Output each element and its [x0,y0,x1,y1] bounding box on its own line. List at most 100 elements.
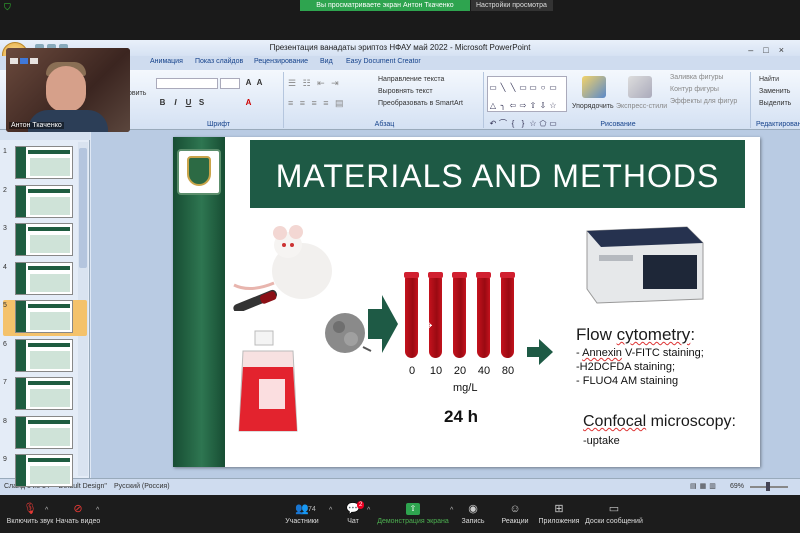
slide-number: 3 [3,225,7,232]
camera-off-icon: ⊘ [73,503,83,515]
concentration-label: 20 [453,365,467,377]
blood-tube [500,272,515,358]
zoom-slider-knob[interactable] [766,482,770,491]
view-options-button[interactable]: Настройки просмотра [471,0,553,11]
participant-name: Антон Ткаченко [9,122,64,129]
align-text-command[interactable]: Выровнять текст [378,88,433,95]
slide-thumbnail[interactable]: 6 [3,338,87,375]
font-name-select[interactable] [156,78,218,89]
font-group-label: Шрифт [206,121,231,128]
view-buttons[interactable]: ▤▦▥ [690,479,719,495]
quick-styles-button[interactable]: Экспресс-стили [616,103,667,110]
shrink-font-icon[interactable]: A [255,78,264,87]
slide-number: 7 [3,379,7,386]
tab-slideshow[interactable]: Показ слайдов [195,58,243,65]
slide-thumbnail[interactable]: 7 [3,377,87,413]
slide-thumbnail[interactable]: 2 [3,184,87,221]
shapes-gallery[interactable]: ▭ ╲ ╲ ▭ ▭ ○ ▭ △ ╮ ⇦ ⇨ ⇧ ⇩ ☆ ↶ ⌒{} ☆ ⬠ ▭ [487,76,567,128]
whiteboard-icon: ▭ [608,503,620,515]
whiteboards-button[interactable]: ▭ Доски сообщений [584,495,644,533]
slide-preview [15,146,73,179]
tab-view[interactable]: Вид [320,58,333,65]
slide-preview [15,338,73,372]
zoom-top-bar: ⛉ Вы просматриваете экран Антон Ткаченко… [0,0,800,40]
slide-thumbnail[interactable]: 4 [3,261,87,298]
replace-command[interactable]: Заменить [759,88,790,95]
concentration-label: 40 [477,365,491,377]
chat-options-caret[interactable]: ^ [367,507,370,514]
text-direction-command[interactable]: Направление текста [378,76,444,83]
strikethrough-icon[interactable]: S [197,98,206,107]
arrange-icon[interactable] [582,76,606,98]
slide-thumbnail[interactable]: 8 [3,415,87,452]
zoom-level[interactable]: 69% [730,479,744,495]
slide-number: 1 [3,148,7,155]
chat-button[interactable]: 💬 2 Чат [323,495,383,533]
slide-canvas: MATERIALS AND METHODS ✥ 0 10 20 40 80 mg… [91,130,800,478]
editing-group: Найти Заменить Выделить Редактирование [753,72,800,128]
cell-culture-flask-image [238,330,298,432]
underline-icon[interactable]: U [184,98,193,107]
confocal-heading: Confocal microscopy: [583,413,736,430]
title-band: MATERIALS AND METHODS [250,140,745,208]
flow-method-item: -H2DCFDA staining; [576,361,676,373]
concentration-label: 80 [501,365,515,377]
partial-command-label[interactable]: овить [128,90,146,97]
start-video-button[interactable]: ⊘ Начать видео [48,495,108,533]
participants-count: 74 [308,506,316,513]
record-icon: ◉ [468,503,478,515]
incubation-time: 24 h [444,407,479,426]
zoom-toolbar: 🎙 Включить звук ^ ⊘ Начать видео ^ 👥 74 … [0,495,800,533]
bold-icon[interactable]: B [158,98,167,107]
shape-effects-command[interactable]: Эффекты для фигур [670,98,737,105]
arrow-icon [368,295,398,353]
university-logo [177,149,221,195]
video-options-caret[interactable]: ^ [96,507,99,514]
editing-group-label: Редактирование [756,121,800,128]
shield-icon: ⛉ [4,2,11,12]
shape-fill-command[interactable]: Заливка фигуры [670,74,723,81]
italic-icon[interactable]: I [171,98,180,107]
slide-thumbnail[interactable]: 1 [3,146,87,182]
apps-button[interactable]: ⊞ Приложения [529,495,589,533]
screen: ⛉ Вы просматриваете экран Антон Ткаченко… [0,0,800,533]
select-command[interactable]: Выделить [759,100,791,107]
participants-icon: 👥 [295,503,309,515]
move-cursor-icon: ✥ [424,321,433,332]
paragraph-group: ☰ ☷ ⇤ ⇥ ≡ ≡ ≡ ≡ ▤ Направление текста Выр… [286,72,484,128]
rat-image [233,225,332,311]
slide-number: 4 [3,263,7,271]
quick-styles-icon[interactable] [628,76,652,98]
convert-smartart-command[interactable]: Преобразовать в SmartArt [378,100,463,107]
self-video-view[interactable]: Антон Ткаченко [6,48,130,132]
avatar [46,66,86,112]
current-slide[interactable]: MATERIALS AND METHODS ✥ 0 10 20 40 80 mg… [173,137,760,467]
flow-method-item: - FLUO4 AM staining [576,375,679,387]
language-indicator[interactable]: Русский (Россия) [114,479,170,495]
microphone-muted-icon: 🎙 [23,503,37,515]
slide-preview [15,300,73,333]
shape-outline-command[interactable]: Контур фигуры [670,86,719,93]
slide-thumbnail[interactable]: 5 [3,300,87,336]
flow-cytometry-heading: Flow cytometry: [576,325,696,344]
video-view-controls[interactable] [10,51,50,64]
align-buttons[interactable]: ≡ ≡ ≡ ≡ ▤ [288,98,346,109]
blood-tube [452,272,467,358]
paragraph-group-label: Абзац [374,121,395,128]
window-title: Презентация ванадаты эриптоз НФАУ май 20… [269,43,531,52]
slide-number: 9 [3,456,7,463]
font-size-select[interactable] [220,78,240,89]
list-buttons[interactable]: ☰ ☷ ⇤ ⇥ [288,78,341,89]
tab-animation[interactable]: Анимация [150,58,183,65]
slide-thumbnail[interactable]: 3 [3,223,87,259]
find-command[interactable]: Найти [759,76,779,83]
slide-number: 5 [3,302,7,309]
font-color-icon[interactable]: A [244,98,253,107]
grow-font-icon[interactable]: A [244,78,253,87]
slide-thumbnail[interactable]: 9 [3,454,87,490]
share-screen-button[interactable]: ⇧ Демонстрация экрана [376,495,450,533]
tab-easy-document-creator[interactable]: Easy Document Creator [346,58,421,65]
slide-preview [15,261,73,295]
arrange-button[interactable]: Упорядочить [572,103,614,110]
tab-review[interactable]: Рецензирование [254,58,308,65]
